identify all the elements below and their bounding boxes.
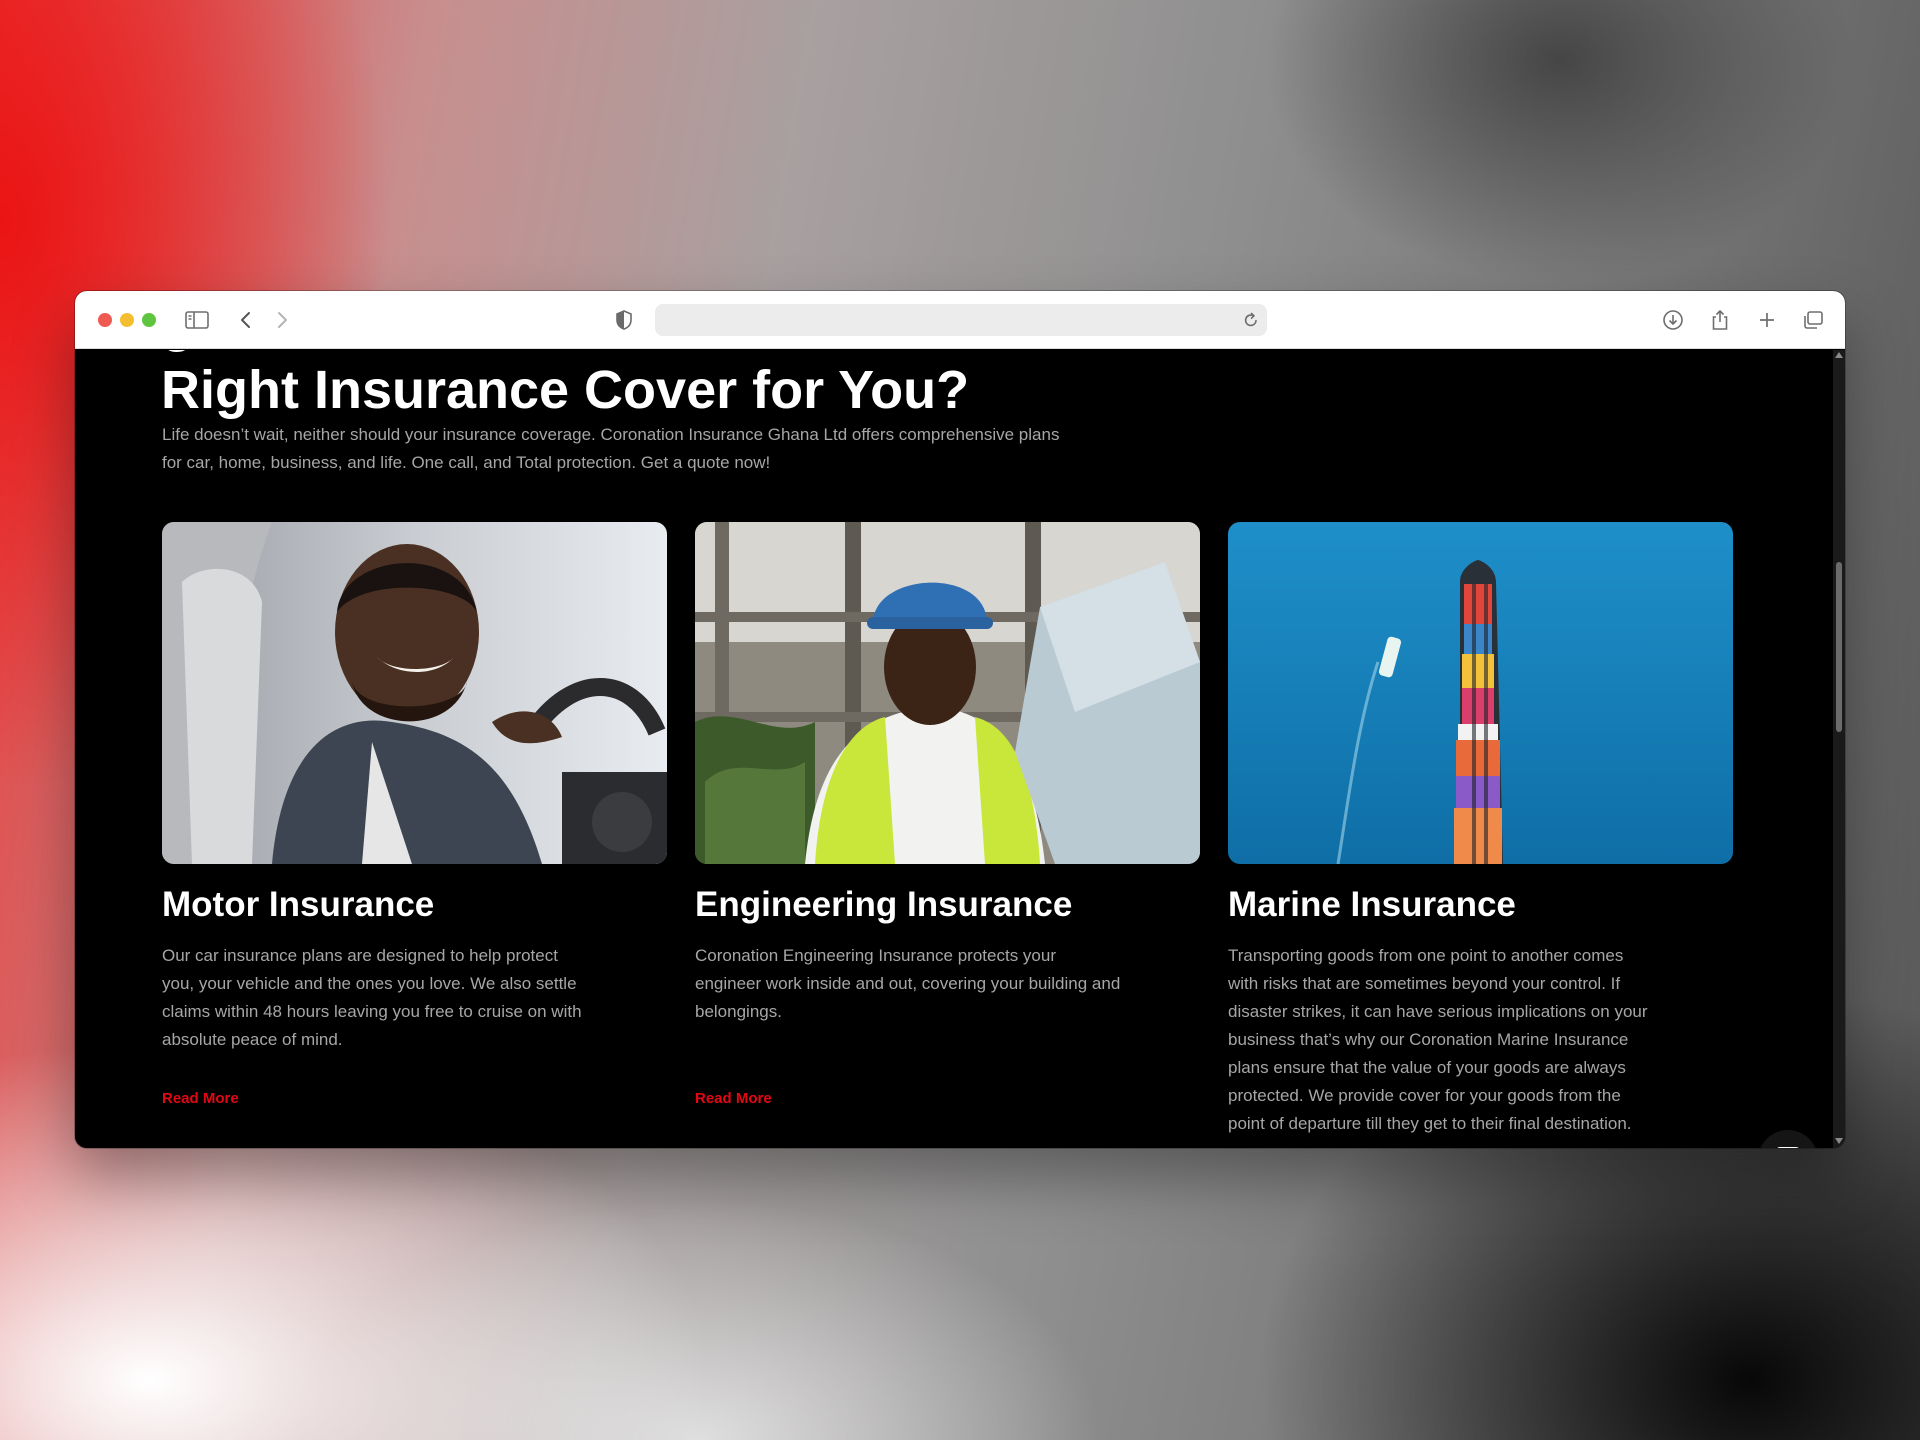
marine-insurance-image [1228,522,1733,864]
page-title: Right Insurance Cover for You? [161,360,970,420]
card-description: Coronation Engineering Insurance protect… [695,946,1121,1021]
forward-icon[interactable] [269,307,295,333]
browser-toolbar [75,291,1845,349]
scroll-thumb[interactable] [1836,562,1842,732]
marine-insurance-card: Marine Insurance Transporting goods from… [1228,522,1733,1138]
engineering-insurance-card: Engineering Insurance Coronation Enginee… [695,522,1200,1107]
back-icon[interactable] [233,307,259,333]
new-tab-icon[interactable] [1754,307,1780,333]
shield-icon[interactable] [611,307,637,333]
engineering-insurance-image [695,522,1200,864]
share-icon[interactable] [1707,307,1733,333]
close-window-button[interactable] [98,313,112,327]
address-bar[interactable] [655,304,1267,336]
card-title: Motor Insurance [162,885,435,924]
card-description: Our car insurance plans are designed to … [162,946,582,1049]
sidebar-icon[interactable] [184,307,210,333]
scrollbar[interactable] [1833,350,1845,1148]
tab-overview-icon[interactable] [1800,307,1826,333]
card-description: Transporting goods from one point to ano… [1228,946,1648,1133]
card-title: Marine Insurance [1228,885,1516,924]
minimize-window-button[interactable] [120,313,134,327]
chat-button[interactable] [1758,1130,1818,1148]
scroll-down-arrow[interactable] [1835,1138,1843,1144]
read-more-link[interactable]: Read More [162,1090,239,1107]
zoom-window-button[interactable] [142,313,156,327]
download-icon[interactable] [1660,307,1686,333]
browser-window: g Right Insurance Cover for You? Life do… [75,291,1845,1148]
read-more-link[interactable]: Read More [695,1090,772,1107]
page-content: g Right Insurance Cover for You? Life do… [75,350,1833,1148]
reload-icon[interactable] [1243,311,1259,334]
scroll-up-arrow[interactable] [1835,352,1843,358]
motor-insurance-image [162,522,667,864]
chat-icon [1775,1146,1801,1148]
motor-insurance-card: Motor Insurance Our car insurance plans … [162,522,667,1107]
intro-text: Life doesn’t wait, neither should your i… [162,425,1060,472]
card-title: Engineering Insurance [695,885,1073,924]
